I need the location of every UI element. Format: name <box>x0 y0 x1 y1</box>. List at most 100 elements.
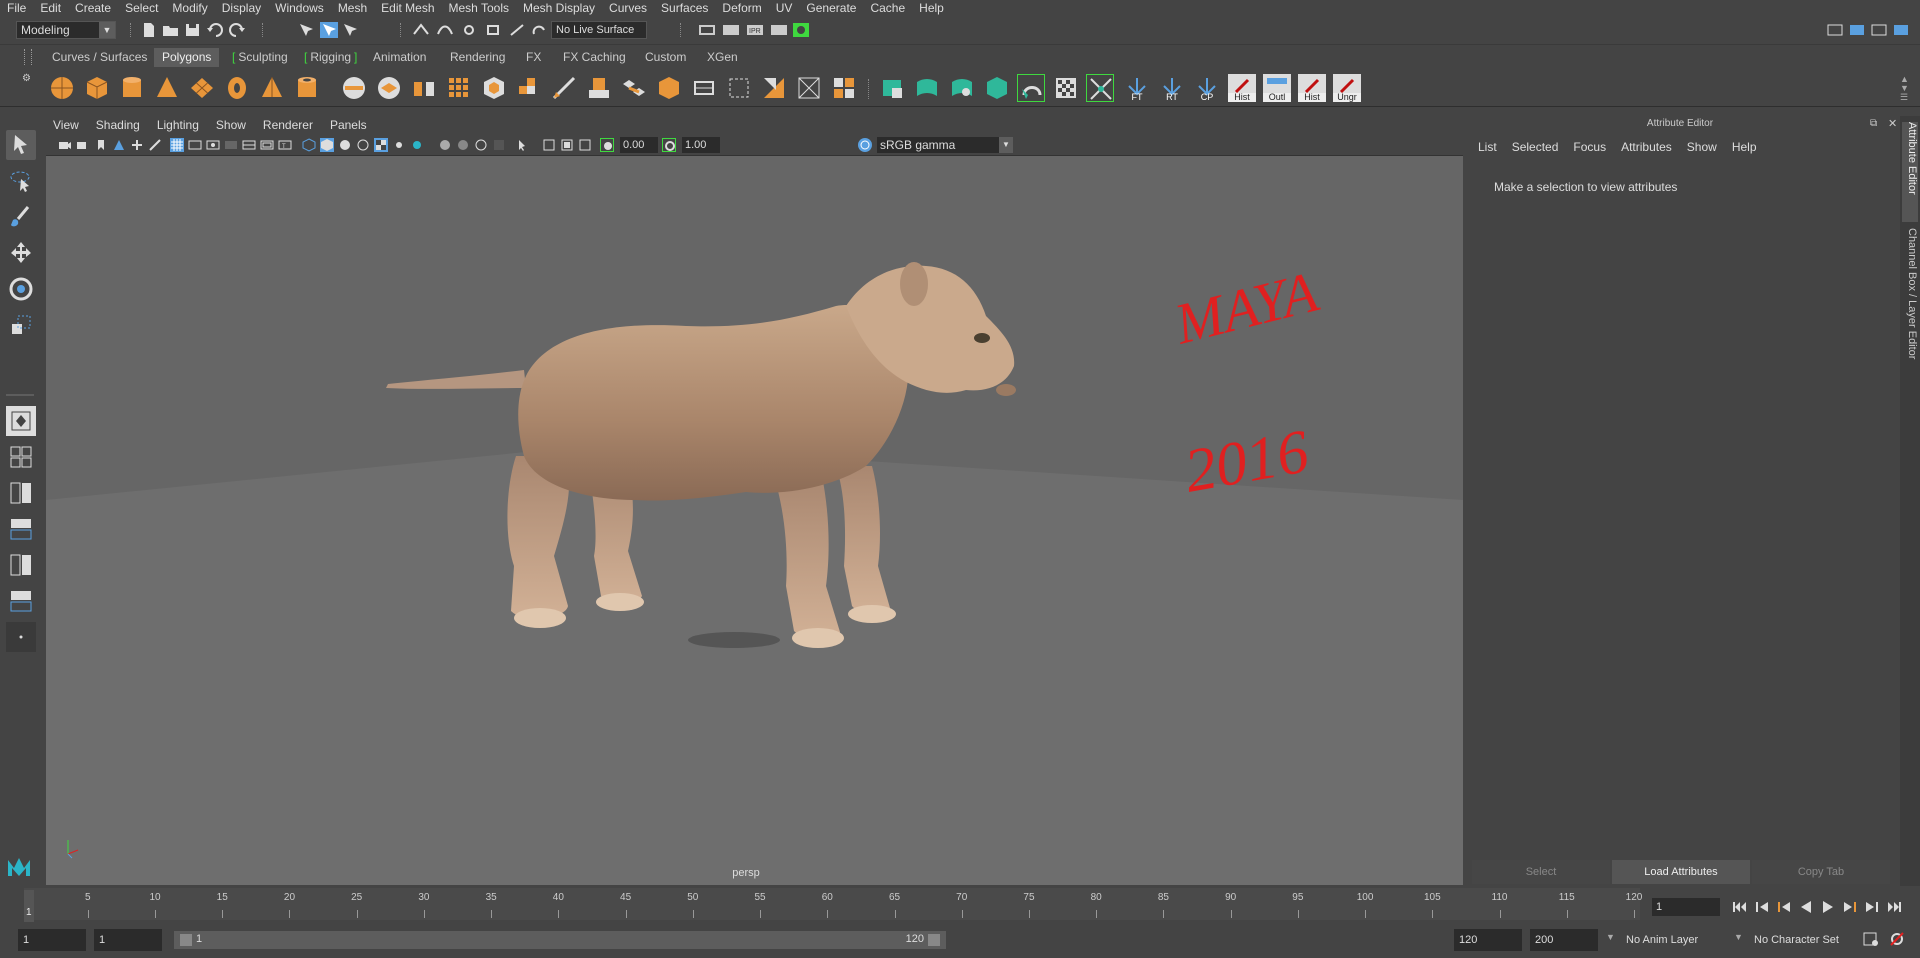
panel-menu-lighting[interactable]: Lighting <box>157 118 199 132</box>
image-plane-icon[interactable] <box>112 138 126 152</box>
range-handle-left[interactable] <box>180 934 192 946</box>
menu-mesh-tools[interactable]: Mesh Tools <box>449 1 509 15</box>
tab-sculpting[interactable]: [Sculpting <box>224 48 296 67</box>
workspace-icon[interactable] <box>1826 22 1844 38</box>
step-forward-frame-icon[interactable] <box>1842 900 1858 914</box>
menu-help[interactable]: Help <box>919 1 944 15</box>
uv-editor-icon[interactable] <box>1086 74 1114 102</box>
separate-icon[interactable] <box>375 74 403 102</box>
tab-fx-caching[interactable]: FX Caching <box>555 48 634 67</box>
play-forwards-icon[interactable] <box>1820 900 1836 914</box>
snap-together-icon[interactable] <box>530 22 548 38</box>
select-button[interactable]: Select <box>1472 860 1610 884</box>
menu-mesh[interactable]: Mesh <box>338 1 367 15</box>
wireframe-on-shaded-icon[interactable] <box>338 138 352 152</box>
range-slider[interactable]: 1 120 <box>174 931 946 949</box>
snap-curve-icon[interactable] <box>436 22 454 38</box>
anti-aliasing-icon[interactable] <box>474 138 488 152</box>
xray-icon[interactable] <box>542 138 556 152</box>
xray-joints-icon[interactable] <box>356 138 370 152</box>
smooth-shade-icon[interactable] <box>320 138 334 152</box>
save-scene-icon[interactable] <box>184 22 202 38</box>
range-handle-right[interactable] <box>928 934 940 946</box>
animation-end-field[interactable]: 200 <box>1530 929 1598 951</box>
panel-menu-show[interactable]: Show <box>216 118 246 132</box>
select-tool[interactable] <box>6 130 36 160</box>
tab-polygons[interactable]: Polygons <box>154 48 220 67</box>
select-hierarchy-icon[interactable] <box>298 22 316 38</box>
ipr-render-icon[interactable]: IPR <box>746 22 764 38</box>
safe-title-icon[interactable]: T <box>278 138 292 152</box>
menu-edit[interactable]: Edit <box>40 1 61 15</box>
attr-menu-attributes[interactable]: Attributes <box>1621 140 1672 154</box>
preferences-icon[interactable] <box>1888 930 1906 948</box>
select-object-icon[interactable] <box>320 22 338 38</box>
time-slider[interactable]: 1 5 10 15 20 25 30 35 40 45 50 55 60 65 70 75 80 85 90 95 1… <box>0 886 1920 922</box>
delete-history-2-icon[interactable]: Hist <box>1298 74 1326 102</box>
persp-outliner-layout[interactable] <box>6 514 36 544</box>
combine-icon[interactable] <box>340 74 368 102</box>
play-backwards-icon[interactable] <box>1798 900 1814 914</box>
time-slider-track[interactable]: 1 5 10 15 20 25 30 35 40 45 50 55 60 65 70 75 80 85 90 95 1… <box>24 888 1642 922</box>
xray-active-icon[interactable] <box>560 138 574 152</box>
auto-key-icon[interactable] <box>1862 930 1880 948</box>
toggle-channel-box-icon[interactable] <box>1892 22 1910 38</box>
step-back-frame-icon[interactable] <box>1776 900 1792 914</box>
attr-menu-show[interactable]: Show <box>1687 140 1717 154</box>
go-to-end-icon[interactable] <box>1886 900 1902 914</box>
attr-menu-list[interactable]: List <box>1478 140 1497 154</box>
close-icon[interactable]: ✕ <box>1888 117 1897 130</box>
exposure-icon[interactable] <box>600 138 614 152</box>
poly-sphere-icon[interactable] <box>48 74 76 102</box>
hypershade-icon[interactable] <box>792 22 810 38</box>
chevron-down-icon[interactable]: ▼ <box>1606 932 1615 942</box>
grease-pencil-icon[interactable] <box>148 138 162 152</box>
wireframe-icon[interactable] <box>302 138 316 152</box>
go-to-start-icon[interactable] <box>1732 900 1748 914</box>
panel-menu-panels[interactable]: Panels <box>330 118 367 132</box>
tab-rigging[interactable]: [Rigging] <box>296 48 368 67</box>
film-gate-icon[interactable] <box>188 138 202 152</box>
custom-layout[interactable] <box>6 622 36 652</box>
tab-xgen[interactable]: XGen <box>699 48 746 67</box>
hypershade-layout[interactable] <box>6 586 36 616</box>
gamma-icon[interactable] <box>662 138 676 152</box>
shelf-settings-icon[interactable]: ⚙ <box>22 73 31 84</box>
snap-grid-icon[interactable] <box>412 22 430 38</box>
single-perspective-layout[interactable] <box>6 406 36 436</box>
panel-menu-shading[interactable]: Shading <box>96 118 140 132</box>
motion-blur-icon[interactable] <box>456 138 470 152</box>
center-pivot-icon[interactable]: CP <box>1193 74 1221 102</box>
lasso-tool[interactable] <box>6 166 36 196</box>
render-settings-icon[interactable] <box>770 22 788 38</box>
ungroup-icon[interactable]: Ungr <box>1333 74 1361 102</box>
reset-transform-icon[interactable]: RT <box>1158 74 1186 102</box>
uv-planar-icon[interactable] <box>878 74 906 102</box>
append-polygon-icon[interactable] <box>725 74 753 102</box>
xray-joints-2-icon[interactable] <box>578 138 592 152</box>
anim-layer-dropdown[interactable]: No Anim Layer <box>1622 929 1732 951</box>
menu-edit-mesh[interactable]: Edit Mesh <box>381 1 434 15</box>
rotate-tool[interactable] <box>6 274 36 304</box>
gamma-field[interactable]: 1.00 <box>682 137 720 153</box>
uv-unfold-icon[interactable] <box>1017 74 1045 102</box>
remesh-icon[interactable] <box>515 74 543 102</box>
menu-modify[interactable]: Modify <box>172 1 207 15</box>
camera-select-icon[interactable] <box>58 138 72 152</box>
persp-graph-layout[interactable] <box>6 478 36 508</box>
step-back-key-icon[interactable] <box>1754 900 1770 914</box>
scale-tool[interactable] <box>6 310 36 340</box>
playback-start-field[interactable]: 1 <box>94 929 162 951</box>
fill-hole-icon[interactable] <box>690 74 718 102</box>
snap-point-icon[interactable] <box>460 22 478 38</box>
gate-mask-icon[interactable] <box>224 138 238 152</box>
multi-cut-icon[interactable] <box>550 74 578 102</box>
outliner-icon[interactable]: Outl <box>1263 74 1291 102</box>
step-forward-key-icon[interactable] <box>1864 900 1880 914</box>
toggle-tool-settings-icon[interactable] <box>1870 22 1888 38</box>
merge-icon[interactable] <box>760 74 788 102</box>
poly-torus-icon[interactable] <box>223 74 251 102</box>
poly-pipe-icon[interactable] <box>293 74 321 102</box>
isolate-select-icon[interactable] <box>516 138 530 152</box>
toggle-attribute-editor-icon[interactable] <box>1848 22 1866 38</box>
